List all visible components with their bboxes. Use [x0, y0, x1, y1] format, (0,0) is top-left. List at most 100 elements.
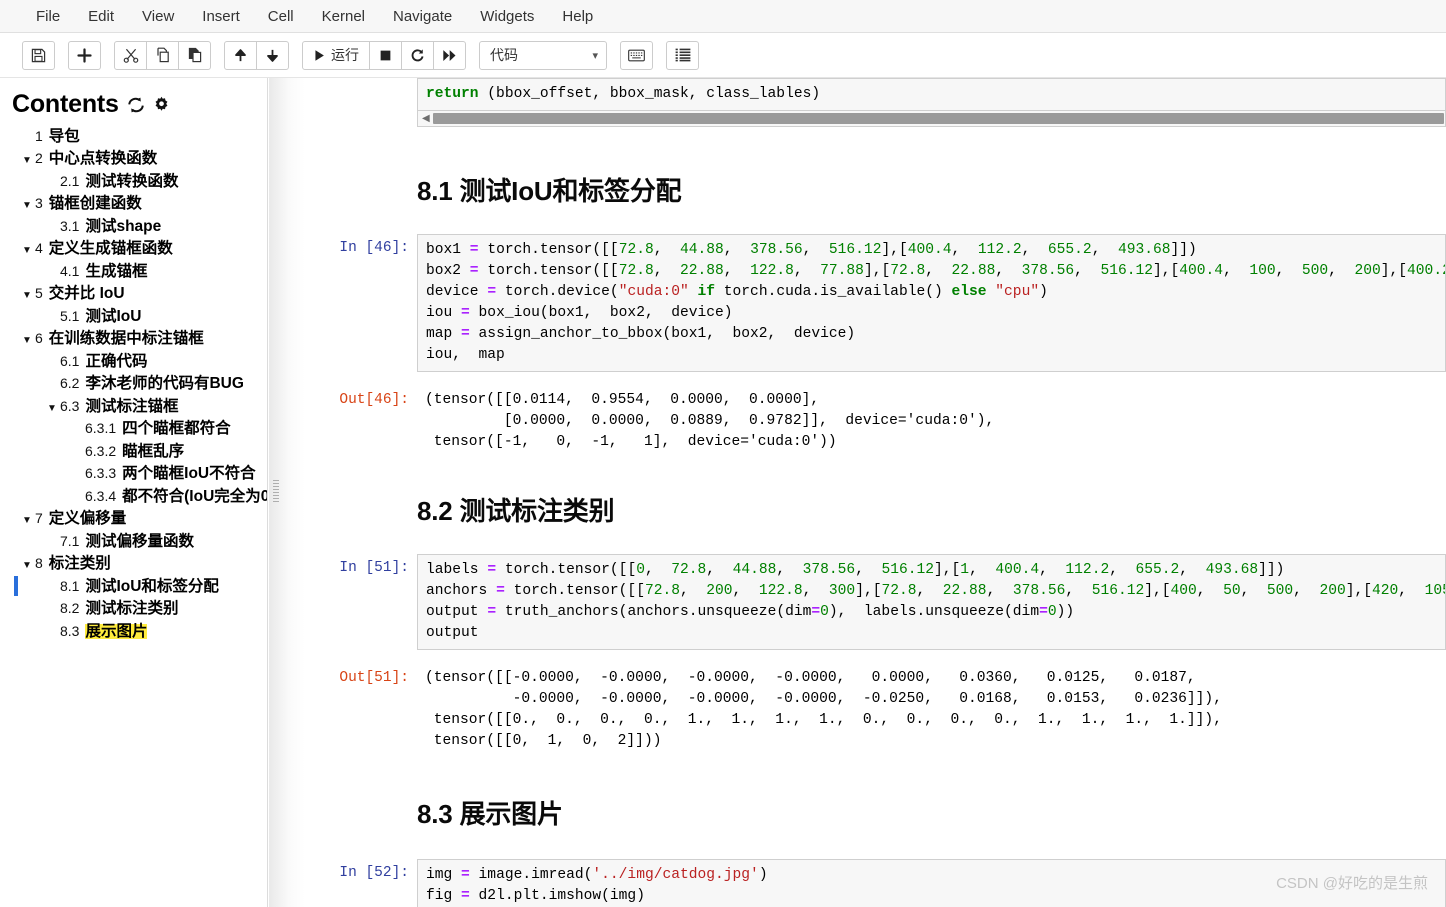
notebook-cell-in-52[interactable]: In [52]: img = image.imread('../img/catd…: [305, 859, 1446, 907]
toc-collapse-triangle-icon[interactable]: ▼: [22, 246, 35, 256]
code-input-area-51[interactable]: labels = torch.tensor([[0, 72.8, 44.88, …: [417, 554, 1446, 650]
move-cell-down-button[interactable]: [256, 40, 289, 70]
paste-icon: [188, 47, 201, 63]
toc-item-number: 6.3.2: [85, 442, 117, 459]
toc-item-label: 测试shape: [85, 217, 162, 235]
notebook-cell-in-51[interactable]: In [51]: labels = torch.tensor([[0, 72.8…: [305, 554, 1446, 650]
out-46-l1: (tensor([[0.0114, 0.9554, 0.0000, 0.0000…: [425, 392, 820, 408]
menu-item-insert[interactable]: Insert: [188, 2, 254, 31]
toggle-toc-button[interactable]: [666, 40, 699, 70]
gear-icon[interactable]: [153, 96, 170, 113]
toc-item-4-1[interactable]: 4.1 生成锚框: [0, 260, 267, 283]
toc-item-3[interactable]: ▼ 3 锚框创建函数: [0, 193, 267, 216]
toc-item-8-1[interactable]: 8.1 测试IoU和标签分配: [0, 575, 267, 598]
toolbar: 运行 代码 ▾: [0, 33, 1446, 78]
chevron-down-icon: ▾: [592, 49, 598, 62]
save-button[interactable]: [22, 40, 55, 70]
move-cell-up-button[interactable]: [224, 40, 257, 70]
menu-item-help[interactable]: Help: [548, 2, 607, 31]
toc-item-8-2[interactable]: 8.2 测试标注类别: [0, 598, 267, 621]
toc-item-6-3-2[interactable]: 6.3.2 瞄框乱序: [0, 440, 267, 463]
toc-item-6-3-4[interactable]: 6.3.4 都不符合(IoU完全为0): [0, 485, 267, 508]
toc-item-7-1[interactable]: 7.1 测试偏移量函数: [0, 530, 267, 553]
code-51-l2: anchors = torch.tensor([[72.8, 200, 122.…: [426, 583, 1445, 599]
cell-horizontal-scrollbar[interactable]: ◀: [417, 111, 1446, 127]
toc-collapse-triangle-icon[interactable]: ▼: [22, 336, 35, 346]
toolbar-group-clipboard: [114, 40, 211, 70]
menu-item-navigate[interactable]: Navigate: [379, 2, 466, 31]
heading-8-2: 8.2 测试标注类别: [417, 496, 615, 526]
interrupt-kernel-button[interactable]: [369, 40, 402, 70]
menu-item-widgets[interactable]: Widgets: [466, 2, 548, 31]
toc-item-label: 瞄框乱序: [122, 442, 185, 460]
toc-header: Contents: [0, 78, 267, 125]
code-keyword-return: return: [426, 86, 479, 102]
toc-item-8-3[interactable]: 8.3 展示图片: [0, 620, 267, 643]
toc-item-6-3[interactable]: ▼ 6.3 测试标注锚框: [0, 395, 267, 418]
restart-and-run-all-button[interactable]: [433, 40, 466, 70]
notebook-cell-partial-top[interactable]: return (bbox_offset, bbox_mask, class_la…: [305, 78, 1446, 111]
toc-item-8[interactable]: ▼ 8 标注类别: [0, 553, 267, 576]
toc-item-label: 都不符合(IoU完全为0): [122, 487, 268, 505]
toc-item-label: 测试标注类别: [85, 600, 179, 617]
refresh-icon[interactable]: [127, 96, 145, 114]
sidebar-resize-handle[interactable]: [273, 480, 279, 502]
toc-item-6-3-3[interactable]: 6.3.3 两个瞄框IoU不符合: [0, 463, 267, 486]
notebook-cell-in-46[interactable]: In [46]: box1 = torch.tensor([[72.8, 44.…: [305, 234, 1446, 372]
toc-item-4[interactable]: ▼ 4 定义生成锚框函数: [0, 238, 267, 261]
toc-item-number: 6.2: [60, 375, 80, 391]
toc-collapse-triangle-icon[interactable]: ▼: [22, 291, 35, 301]
menu-item-cell[interactable]: Cell: [254, 2, 308, 31]
cell-type-select[interactable]: 代码 ▾: [479, 40, 607, 70]
csdn-watermark: CSDN @好吃的是生煎: [1276, 875, 1428, 892]
toc-item-1[interactable]: 1 导包: [0, 125, 267, 148]
toc-item-6-2[interactable]: 6.2 李沐老师的代码有BUG: [0, 373, 267, 396]
run-button-label: 运行: [331, 47, 359, 63]
toc-item-5-1[interactable]: 5.1 测试IoU: [0, 305, 267, 328]
toc-item-number: 4: [35, 240, 43, 256]
toc-item-6[interactable]: ▼ 6 在训练数据中标注锚框: [0, 328, 267, 351]
scrollbar-thumb[interactable]: [432, 113, 1444, 124]
open-command-palette-button[interactable]: [620, 40, 653, 70]
toc-list: 1 导包 ▼ 2 中心点转换函数 2.1 测试转换函数 ▼ 3 锚框创建函数 3.1 测试shape ▼…: [0, 125, 267, 643]
toc-collapse-triangle-icon[interactable]: ▼: [22, 516, 35, 526]
code-block-46: box1 = torch.tensor([[72.8, 44.88, 378.5…: [426, 240, 1445, 366]
toc-item-label: 中心点转换函数: [48, 150, 158, 167]
menu-bar: File Edit View Insert Cell Kernel Naviga…: [0, 0, 1446, 33]
toc-item-6-3-1[interactable]: 6.3.1 四个瞄框都符合: [0, 418, 267, 441]
restart-circular-arrow-icon: [411, 48, 424, 61]
code-input-area-46[interactable]: box1 = torch.tensor([[72.8, 44.88, 378.5…: [417, 234, 1446, 372]
insert-cell-below-button[interactable]: [68, 40, 101, 70]
menu-item-view[interactable]: View: [128, 2, 188, 31]
cut-button[interactable]: [114, 40, 147, 70]
toc-active-indicator: [14, 576, 18, 596]
out-51-l1: (tensor([[-0.0000, -0.0000, -0.0000, -0.…: [425, 670, 1196, 686]
paste-button[interactable]: [178, 40, 211, 70]
restart-kernel-button[interactable]: [401, 40, 434, 70]
notebook-cell-out-51: Out[51]: (tensor([[-0.0000, -0.0000, -0.…: [305, 664, 1446, 756]
toc-item-3-1[interactable]: 3.1 测试shape: [0, 215, 267, 238]
toc-item-7[interactable]: ▼ 7 定义偏移量: [0, 508, 267, 531]
toc-collapse-triangle-icon[interactable]: ▼: [47, 403, 60, 414]
menu-item-kernel[interactable]: Kernel: [308, 2, 379, 31]
copy-icon: [156, 47, 169, 63]
toc-item-label: 测试偏移量函数: [85, 532, 194, 550]
toc-item-2[interactable]: ▼ 2 中心点转换函数: [0, 148, 267, 171]
code-46-l6: iou, map: [426, 347, 505, 363]
toc-item-2-1[interactable]: 2.1 测试转换函数: [0, 170, 267, 193]
toc-item-number: 6: [35, 330, 43, 346]
toc-collapse-triangle-icon[interactable]: ▼: [22, 201, 35, 211]
scroll-left-arrow-icon[interactable]: ◀: [419, 113, 433, 124]
menu-item-file[interactable]: File: [22, 2, 74, 31]
toolbar-group-add: [68, 40, 101, 70]
copy-button[interactable]: [146, 40, 179, 70]
toc-item-label: 测试IoU和标签分配: [85, 577, 219, 595]
menu-item-edit[interactable]: Edit: [74, 2, 128, 31]
toc-item-5[interactable]: ▼ 5 交并比 IoU: [0, 283, 267, 306]
code-input-area[interactable]: return (bbox_offset, bbox_mask, class_la…: [417, 78, 1446, 111]
toc-collapse-triangle-icon[interactable]: ▼: [22, 561, 35, 571]
toc-collapse-triangle-icon[interactable]: ▼: [22, 156, 35, 166]
run-button[interactable]: 运行: [302, 40, 370, 70]
toc-item-6-1[interactable]: 6.1 正确代码: [0, 350, 267, 373]
